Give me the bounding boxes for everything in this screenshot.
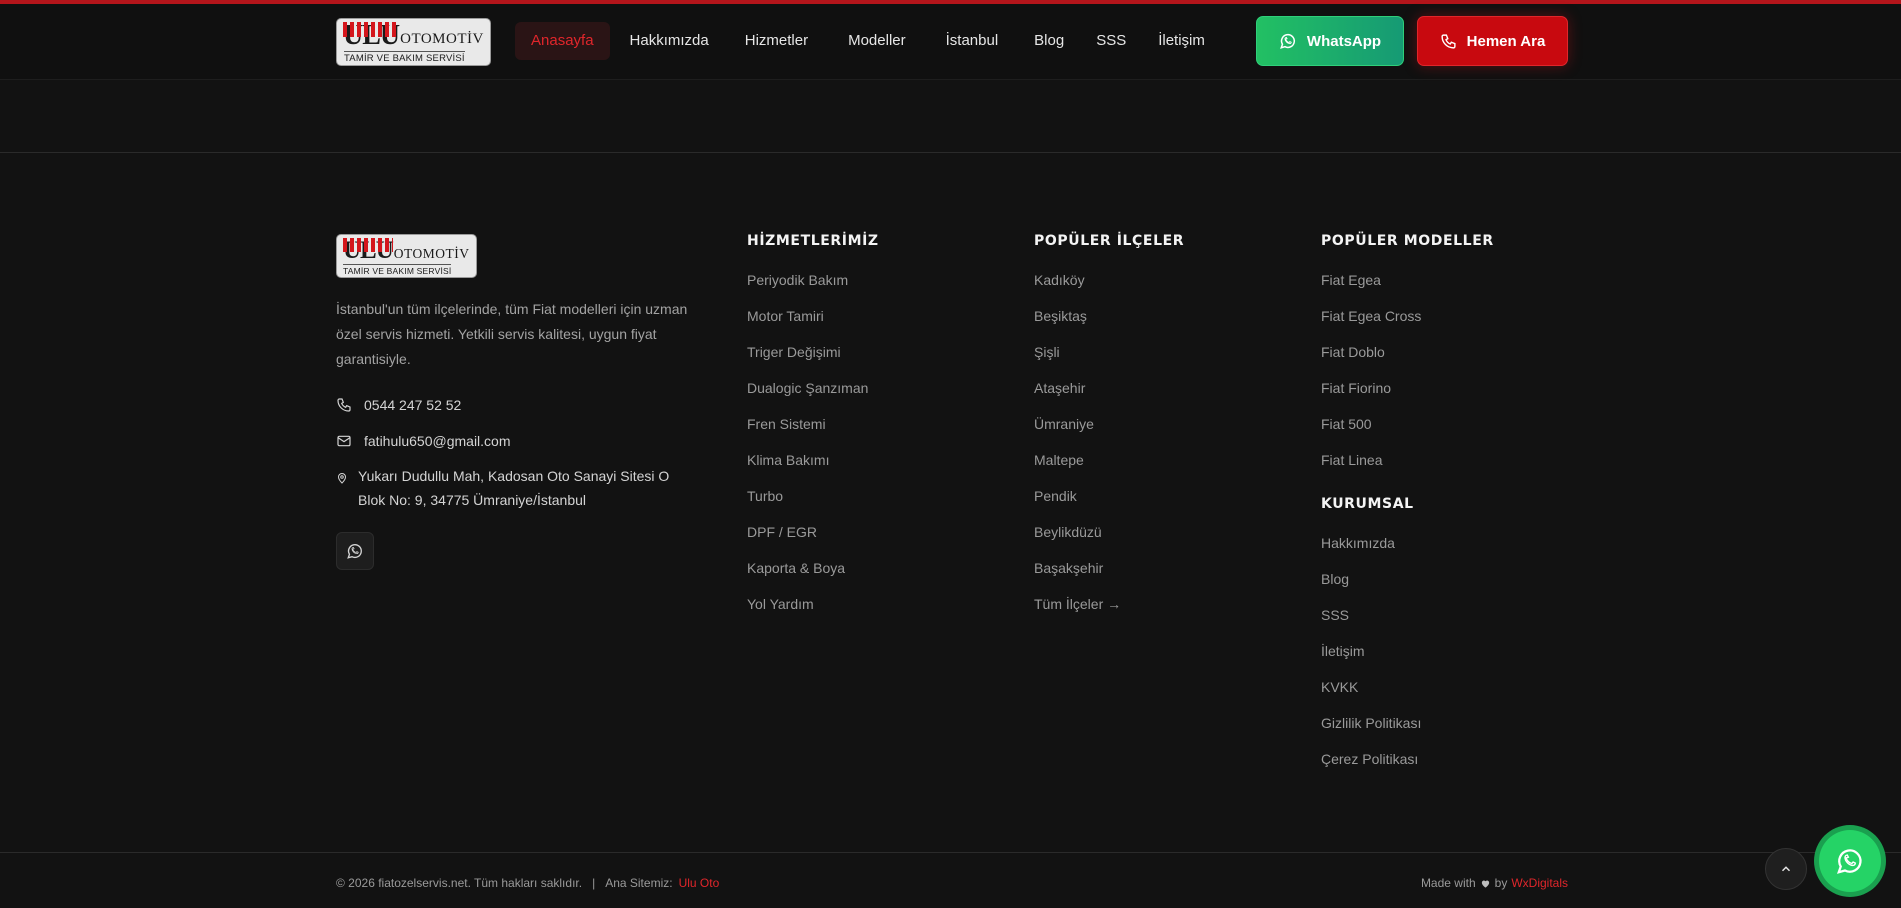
footer-all-districts-link[interactable]: Tüm İlçeler → [1034,586,1184,622]
footer-address: Yukarı Dudullu Mah, Kadosan Oto Sanayi S… [336,464,696,512]
site-header: ULU OTOMOTİV TAMİR VE BAKIM SERVİSİ Anas… [0,4,1901,80]
logo-otomotiv-text: OTOMOTİV [400,31,484,47]
logo-red-bars [343,22,400,38]
footer-logo-ulu-text: ULU [343,238,394,263]
footer-email-text: fatihulu650@gmail.com [364,433,511,449]
footer-email[interactable]: fatihulu650@gmail.com [336,429,511,453]
footer-corporate-link[interactable]: İletişim [1321,633,1494,669]
made-with-text: Made with [1420,876,1476,890]
footer-corporate-title: KURUMSAL [1321,496,1414,512]
whatsapp-button[interactable]: WhatsApp [1256,16,1404,66]
whatsapp-icon [1836,849,1862,874]
footer-service-link[interactable]: Motor Tamiri [747,298,879,334]
made-by-text: by [1494,876,1508,890]
footer-logo[interactable]: ULU OTOMOTİV TAMİR VE BAKIM SERVİSİ [336,234,477,278]
phone-icon [337,398,351,412]
whatsapp-icon [1279,33,1295,49]
footer-description: İstanbul'un tüm ilçelerinde, tüm Fiat mo… [336,301,688,367]
whatsapp-icon [347,544,362,559]
main-site-link[interactable]: Ulu Oto [679,876,720,890]
logo-ulu-text: ULU [343,22,400,50]
footer-model-link[interactable]: Fiat Egea [1321,262,1494,298]
footer-service-link[interactable]: Dualogic Şanzıman [747,370,879,406]
footer-service-link[interactable]: Klima Bakımı [747,442,879,478]
nav-item-sss[interactable]: SSS [1080,22,1142,60]
nav-item-hakkimizda[interactable]: Hakkımızda [614,22,725,60]
footer-service-link[interactable]: Periyodik Bakım [747,262,879,298]
nav-item-modeller[interactable]: Modeller [832,22,922,60]
footer-corporate-link[interactable]: Blog [1321,561,1494,597]
footer-service-link[interactable]: DPF / EGR [747,514,879,550]
footer-model-link[interactable]: Fiat 500 [1321,406,1494,442]
footer-top-divider [0,152,1901,153]
footer-corporate-link[interactable]: Gizlilik Politikası [1321,705,1494,741]
call-now-button[interactable]: Hemen Ara [1417,16,1568,66]
nav-item-iletisim[interactable]: İletişim [1142,22,1221,60]
main-nav: Anasayfa Hakkımızda Hizmetler Modeller İ… [515,22,1221,60]
agency-link[interactable]: WxDigitals [1511,876,1568,890]
footer-districts-title: POPÜLER İLÇELER [1034,233,1185,249]
footer-services-column: HİZMETLERİMİZ Periyodik Bakım Motor Tami… [747,233,879,622]
phone-icon [1441,33,1456,49]
footer-services-title: HİZMETLERİMİZ [747,233,879,249]
whatsapp-button-label: WhatsApp [1306,32,1382,50]
footer-corporate-link[interactable]: KVKK [1321,669,1494,705]
footer-districts-column: POPÜLER İLÇELER Kadıköy Beşiktaş Şişli A… [1034,233,1184,622]
map-pin-icon [337,473,347,484]
footer-district-link[interactable]: Pendik [1034,478,1184,514]
footer-model-link[interactable]: Fiat Linea [1321,442,1494,478]
social-whatsapp-button[interactable] [336,532,374,570]
footer-service-link[interactable]: Fren Sistemi [747,406,879,442]
footer-model-link[interactable]: Fiat Doblo [1321,334,1494,370]
copyright-separator: | [592,876,596,890]
footer-district-link[interactable]: Ümraniye [1034,406,1184,442]
footer-service-link[interactable]: Yol Yardım [747,586,879,622]
footer-model-link[interactable]: Fiat Egea Cross [1321,298,1494,334]
footer-district-link[interactable]: Kadıköy [1034,262,1184,298]
nav-item-anasayfa[interactable]: Anasayfa [515,22,610,60]
floating-whatsapp-button[interactable] [1814,825,1886,897]
footer-models-title: POPÜLER MODELLER [1321,233,1494,249]
footer-district-link[interactable]: Beylikdüzü [1034,514,1184,550]
footer-service-link[interactable]: Triger Değişimi [747,334,879,370]
copyright-text: © 2026 fiatozelservis.net. Tüm hakları s… [336,876,583,890]
footer-district-link[interactable]: Şişli [1034,334,1184,370]
chevron-up-icon [1781,866,1791,872]
main-site-label: Ana Sitemiz: [605,876,673,890]
footer-district-link[interactable]: Başakşehir [1034,550,1184,586]
nav-item-blog[interactable]: Blog [1018,22,1080,60]
nav-item-istanbul[interactable]: İstanbul [930,22,1015,60]
header-logo[interactable]: ULU OTOMOTİV TAMİR VE BAKIM SERVİSİ [336,18,491,66]
footer-corporate-link[interactable]: Çerez Politikası [1321,741,1494,777]
footer-corporate-link[interactable]: SSS [1321,597,1494,633]
footer-logo-otomotiv-text: OTOMOTİV [393,245,470,261]
nav-item-hizmetler[interactable]: Hizmetler [729,22,824,60]
footer-district-link[interactable]: Beşiktaş [1034,298,1184,334]
call-now-button-label: Hemen Ara [1466,32,1546,50]
mail-icon [337,435,351,447]
footer-copyright: © 2026 fiatozelservis.net. Tüm hakları s… [336,876,719,890]
footer-models-column: POPÜLER MODELLER Fiat Egea Fiat Egea Cro… [1321,233,1494,777]
footer-address-text: Yukarı Dudullu Mah, Kadosan Oto Sanayi S… [358,468,670,508]
footer-phone-text: 0544 247 52 52 [364,397,462,413]
footer-corporate-link[interactable]: Hakkımızda [1321,525,1494,561]
footer-bottom-divider [0,852,1901,853]
footer-phone[interactable]: 0544 247 52 52 [336,393,461,417]
logo-tagline: TAMİR VE BAKIM SERVİSİ [344,51,465,64]
footer-district-link[interactable]: Maltepe [1034,442,1184,478]
footer-district-link[interactable]: Ataşehir [1034,370,1184,406]
floating-whatsapp-inner [1819,830,1881,892]
scroll-to-top-button[interactable] [1765,848,1807,890]
footer-service-link[interactable]: Kaporta & Boya [747,550,879,586]
logo-red-bars [343,238,393,252]
footer-credits: Made with by WxDigitals [1421,876,1568,890]
heart-icon [1481,880,1489,888]
footer-logo-tagline: TAMİR VE BAKIM SERVİSİ [343,264,452,276]
footer-service-link[interactable]: Turbo [747,478,879,514]
footer-model-link[interactable]: Fiat Fiorino [1321,370,1494,406]
